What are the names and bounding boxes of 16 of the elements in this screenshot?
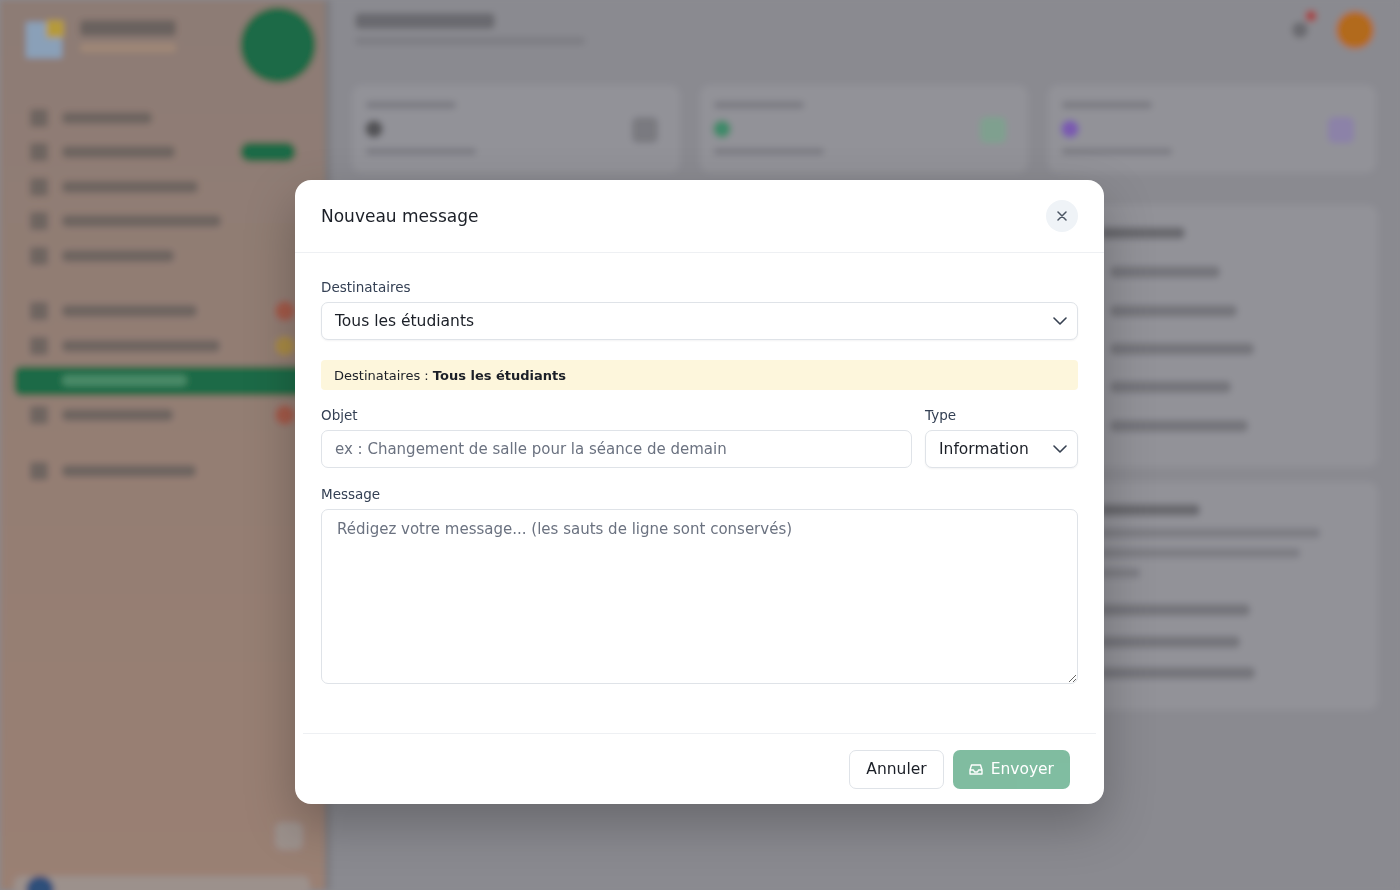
subject-field[interactable]: ex : Changement de salle pour la séance de demain — [321, 430, 912, 468]
chevron-down-icon — [1053, 445, 1067, 453]
dialog-title: Nouveau message — [321, 206, 479, 226]
field-label: Destinataires — [321, 279, 411, 295]
field-label: Message — [321, 486, 381, 502]
cancel-button[interactable]: Annuler — [849, 749, 944, 789]
field-label: Type — [925, 407, 956, 423]
inbox-icon — [968, 762, 983, 776]
field-label: Objet — [321, 407, 358, 423]
close-icon — [1057, 211, 1067, 221]
message-field[interactable]: Rédigez votre message... (les sauts de ligne sont conservés) — [321, 509, 1078, 684]
type-select[interactable]: Information — [925, 430, 1078, 468]
recipients-select[interactable]: Tous les étudiants — [321, 302, 1078, 340]
recipients-notice: Destinataires : Tous les étudiants — [321, 360, 1078, 390]
chevron-down-icon — [1053, 317, 1067, 325]
close-button[interactable] — [1046, 200, 1078, 232]
